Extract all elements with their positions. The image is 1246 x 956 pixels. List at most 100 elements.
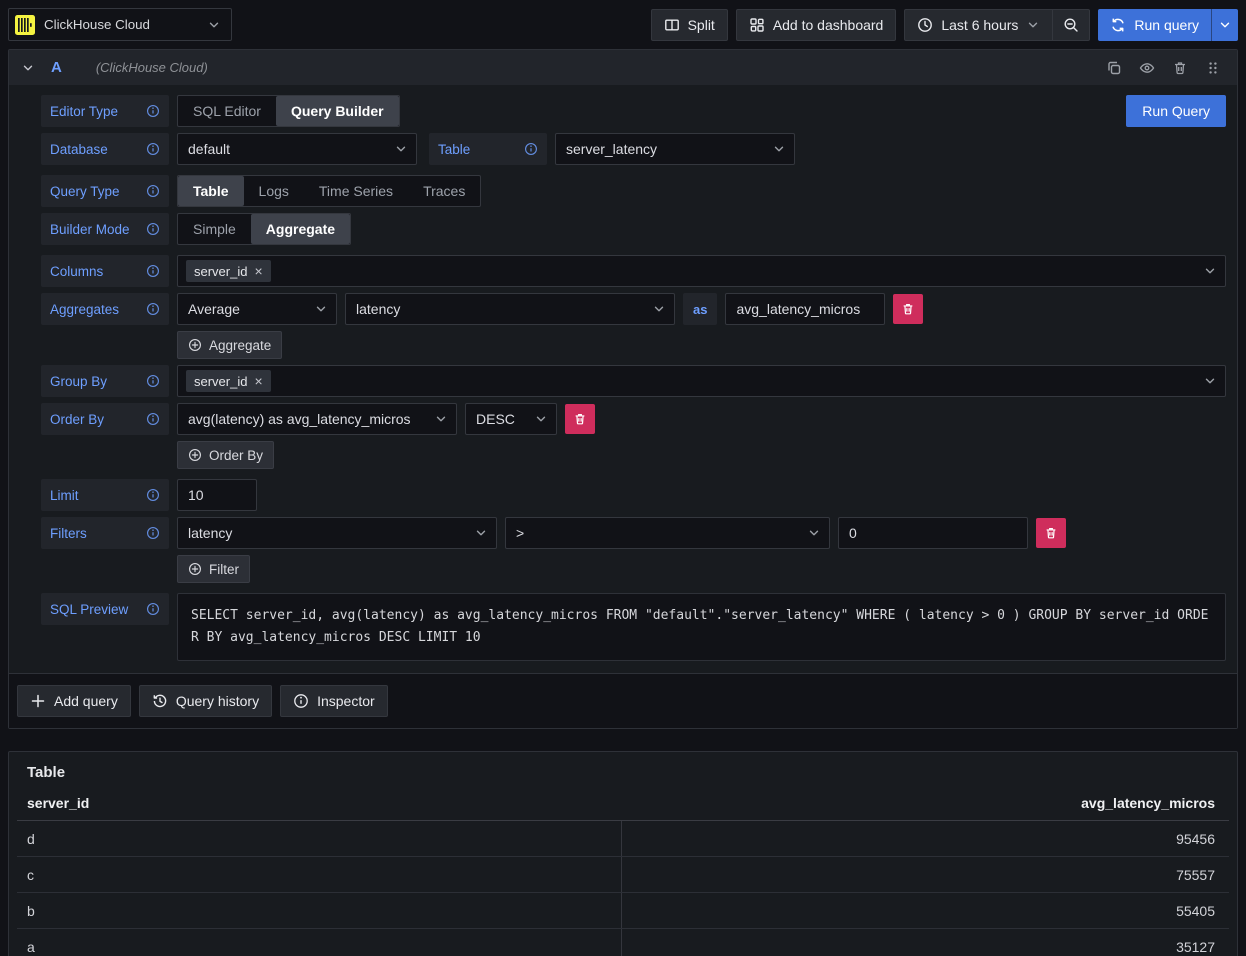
- aggregate-function-select[interactable]: Average: [177, 293, 337, 325]
- info-icon: [524, 142, 538, 156]
- datasource-picker[interactable]: ClickHouse Cloud: [8, 8, 232, 41]
- database-select[interactable]: default: [177, 133, 417, 165]
- query-type-toggle: Table Logs Time Series Traces: [177, 175, 481, 207]
- hide-response-eye-icon[interactable]: [1139, 60, 1155, 76]
- table-select[interactable]: server_latency: [555, 133, 795, 165]
- field-label-database: Database: [41, 133, 169, 165]
- add-filter-label: Filter: [209, 562, 239, 577]
- drag-handle-icon[interactable]: [1205, 60, 1221, 76]
- columns-multiselect[interactable]: server_id ×: [177, 255, 1226, 287]
- info-icon: [146, 104, 160, 118]
- option-query-builder[interactable]: Query Builder: [276, 96, 399, 126]
- filter-operator-select[interactable]: >: [505, 517, 830, 549]
- inspector-button[interactable]: Inspector: [280, 685, 388, 717]
- filter-value-input[interactable]: [838, 517, 1028, 549]
- explore-query-actions: Add query Query history Inspector: [9, 674, 1237, 728]
- field-label-columns: Columns: [41, 255, 169, 287]
- remove-tag-icon[interactable]: ×: [254, 374, 262, 388]
- zoom-out-icon: [1063, 17, 1079, 33]
- info-icon: [146, 302, 160, 316]
- collapse-query-icon[interactable]: [21, 61, 35, 75]
- order-by-direction-select[interactable]: DESC: [465, 403, 557, 435]
- plus-circle-icon: [188, 338, 202, 352]
- add-query-button[interactable]: Add query: [17, 685, 131, 717]
- table-panel: Table server_id avg_latency_micros d 954…: [8, 751, 1238, 956]
- aggregate-column-value: latency: [356, 301, 400, 317]
- chevron-down-icon: [652, 302, 666, 316]
- aggregate-alias-input[interactable]: [725, 293, 885, 325]
- cell-server-id: c: [17, 857, 622, 892]
- info-icon: [146, 488, 160, 502]
- column-header-server-id[interactable]: server_id: [17, 795, 621, 811]
- add-filter-button[interactable]: Filter: [177, 555, 250, 583]
- option-logs[interactable]: Logs: [244, 176, 304, 206]
- order-by-field-select[interactable]: avg(latency) as avg_latency_micros: [177, 403, 457, 435]
- option-table[interactable]: Table: [178, 176, 244, 206]
- duplicate-query-icon[interactable]: [1106, 60, 1122, 76]
- query-ref-id: A: [51, 59, 62, 76]
- split-button[interactable]: Split: [651, 9, 728, 41]
- run-query-label: Run query: [1134, 17, 1199, 33]
- chevron-down-icon: [772, 142, 786, 156]
- info-icon: [146, 184, 160, 198]
- table-row: d 95456: [17, 821, 1229, 857]
- time-range-picker[interactable]: Last 6 hours: [904, 9, 1052, 41]
- remove-order-by-button[interactable]: [565, 404, 595, 434]
- add-order-by-button[interactable]: Order By: [177, 441, 274, 469]
- plus-circle-icon: [188, 448, 202, 462]
- chevron-down-icon: [314, 302, 328, 316]
- query-builder-form: Editor Type SQL Editor Query Builder Run…: [9, 85, 1237, 673]
- remove-aggregate-button[interactable]: [893, 294, 923, 324]
- info-icon: [146, 602, 160, 616]
- group-by-tag-server-id[interactable]: server_id ×: [186, 370, 271, 392]
- option-traces[interactable]: Traces: [408, 176, 480, 206]
- cell-server-id: a: [17, 929, 622, 956]
- field-label-sql-preview: SQL Preview: [41, 593, 169, 625]
- info-icon: [146, 264, 160, 278]
- field-label-aggregates: Aggregates: [41, 293, 169, 325]
- add-to-dashboard-button[interactable]: Add to dashboard: [736, 9, 897, 41]
- remove-filter-button[interactable]: [1036, 518, 1066, 548]
- chevron-down-icon: [1026, 18, 1040, 32]
- chevron-down-icon: [207, 18, 221, 32]
- run-query-button[interactable]: Run query: [1098, 9, 1211, 41]
- zoom-out-button[interactable]: [1052, 9, 1090, 41]
- query-row-card: A (ClickHouse Cloud) Editor Type SQL Edi…: [9, 50, 1237, 674]
- run-query-editor-label: Run Query: [1142, 103, 1210, 119]
- limit-input[interactable]: [177, 479, 257, 511]
- order-by-direction-value: DESC: [476, 411, 515, 427]
- option-simple[interactable]: Simple: [178, 214, 251, 244]
- split-icon: [664, 17, 680, 33]
- remove-query-trash-icon[interactable]: [1172, 60, 1188, 76]
- remove-tag-icon[interactable]: ×: [254, 264, 262, 278]
- field-label-table: Table: [429, 133, 547, 165]
- datasource-hint: (ClickHouse Cloud): [96, 60, 208, 75]
- option-time-series[interactable]: Time Series: [304, 176, 408, 206]
- run-query-dropdown-button[interactable]: [1211, 9, 1238, 41]
- column-header-avg-latency-micros[interactable]: avg_latency_micros: [621, 795, 1229, 811]
- group-by-multiselect[interactable]: server_id ×: [177, 365, 1226, 397]
- chevron-down-icon: [394, 142, 408, 156]
- aggregate-column-select[interactable]: latency: [345, 293, 675, 325]
- field-label-group-by: Group By: [41, 365, 169, 397]
- field-label-builder-mode: Builder Mode: [41, 213, 169, 245]
- sql-preview-text: SELECT server_id, avg(latency) as avg_la…: [177, 593, 1226, 661]
- query-editor-container: A (ClickHouse Cloud) Editor Type SQL Edi…: [8, 49, 1238, 729]
- chevron-down-icon: [534, 412, 548, 426]
- trash-icon: [1044, 526, 1058, 540]
- cell-avg-latency: 55405: [622, 893, 1230, 928]
- option-sql-editor[interactable]: SQL Editor: [178, 96, 276, 126]
- add-aggregate-button[interactable]: Aggregate: [177, 331, 282, 359]
- query-history-label: Query history: [176, 693, 259, 709]
- chevron-down-icon: [807, 526, 821, 540]
- option-aggregate[interactable]: Aggregate: [251, 214, 350, 244]
- split-label: Split: [688, 17, 715, 33]
- run-query-editor-button[interactable]: Run Query: [1126, 95, 1226, 127]
- query-history-button[interactable]: Query history: [139, 685, 272, 717]
- as-keyword-chip: as: [683, 293, 717, 325]
- table-value: server_latency: [566, 141, 657, 157]
- filter-column-select[interactable]: latency: [177, 517, 497, 549]
- sync-icon: [1110, 17, 1126, 33]
- columns-tag-server-id[interactable]: server_id ×: [186, 260, 271, 282]
- table-row: a 35127: [17, 929, 1229, 956]
